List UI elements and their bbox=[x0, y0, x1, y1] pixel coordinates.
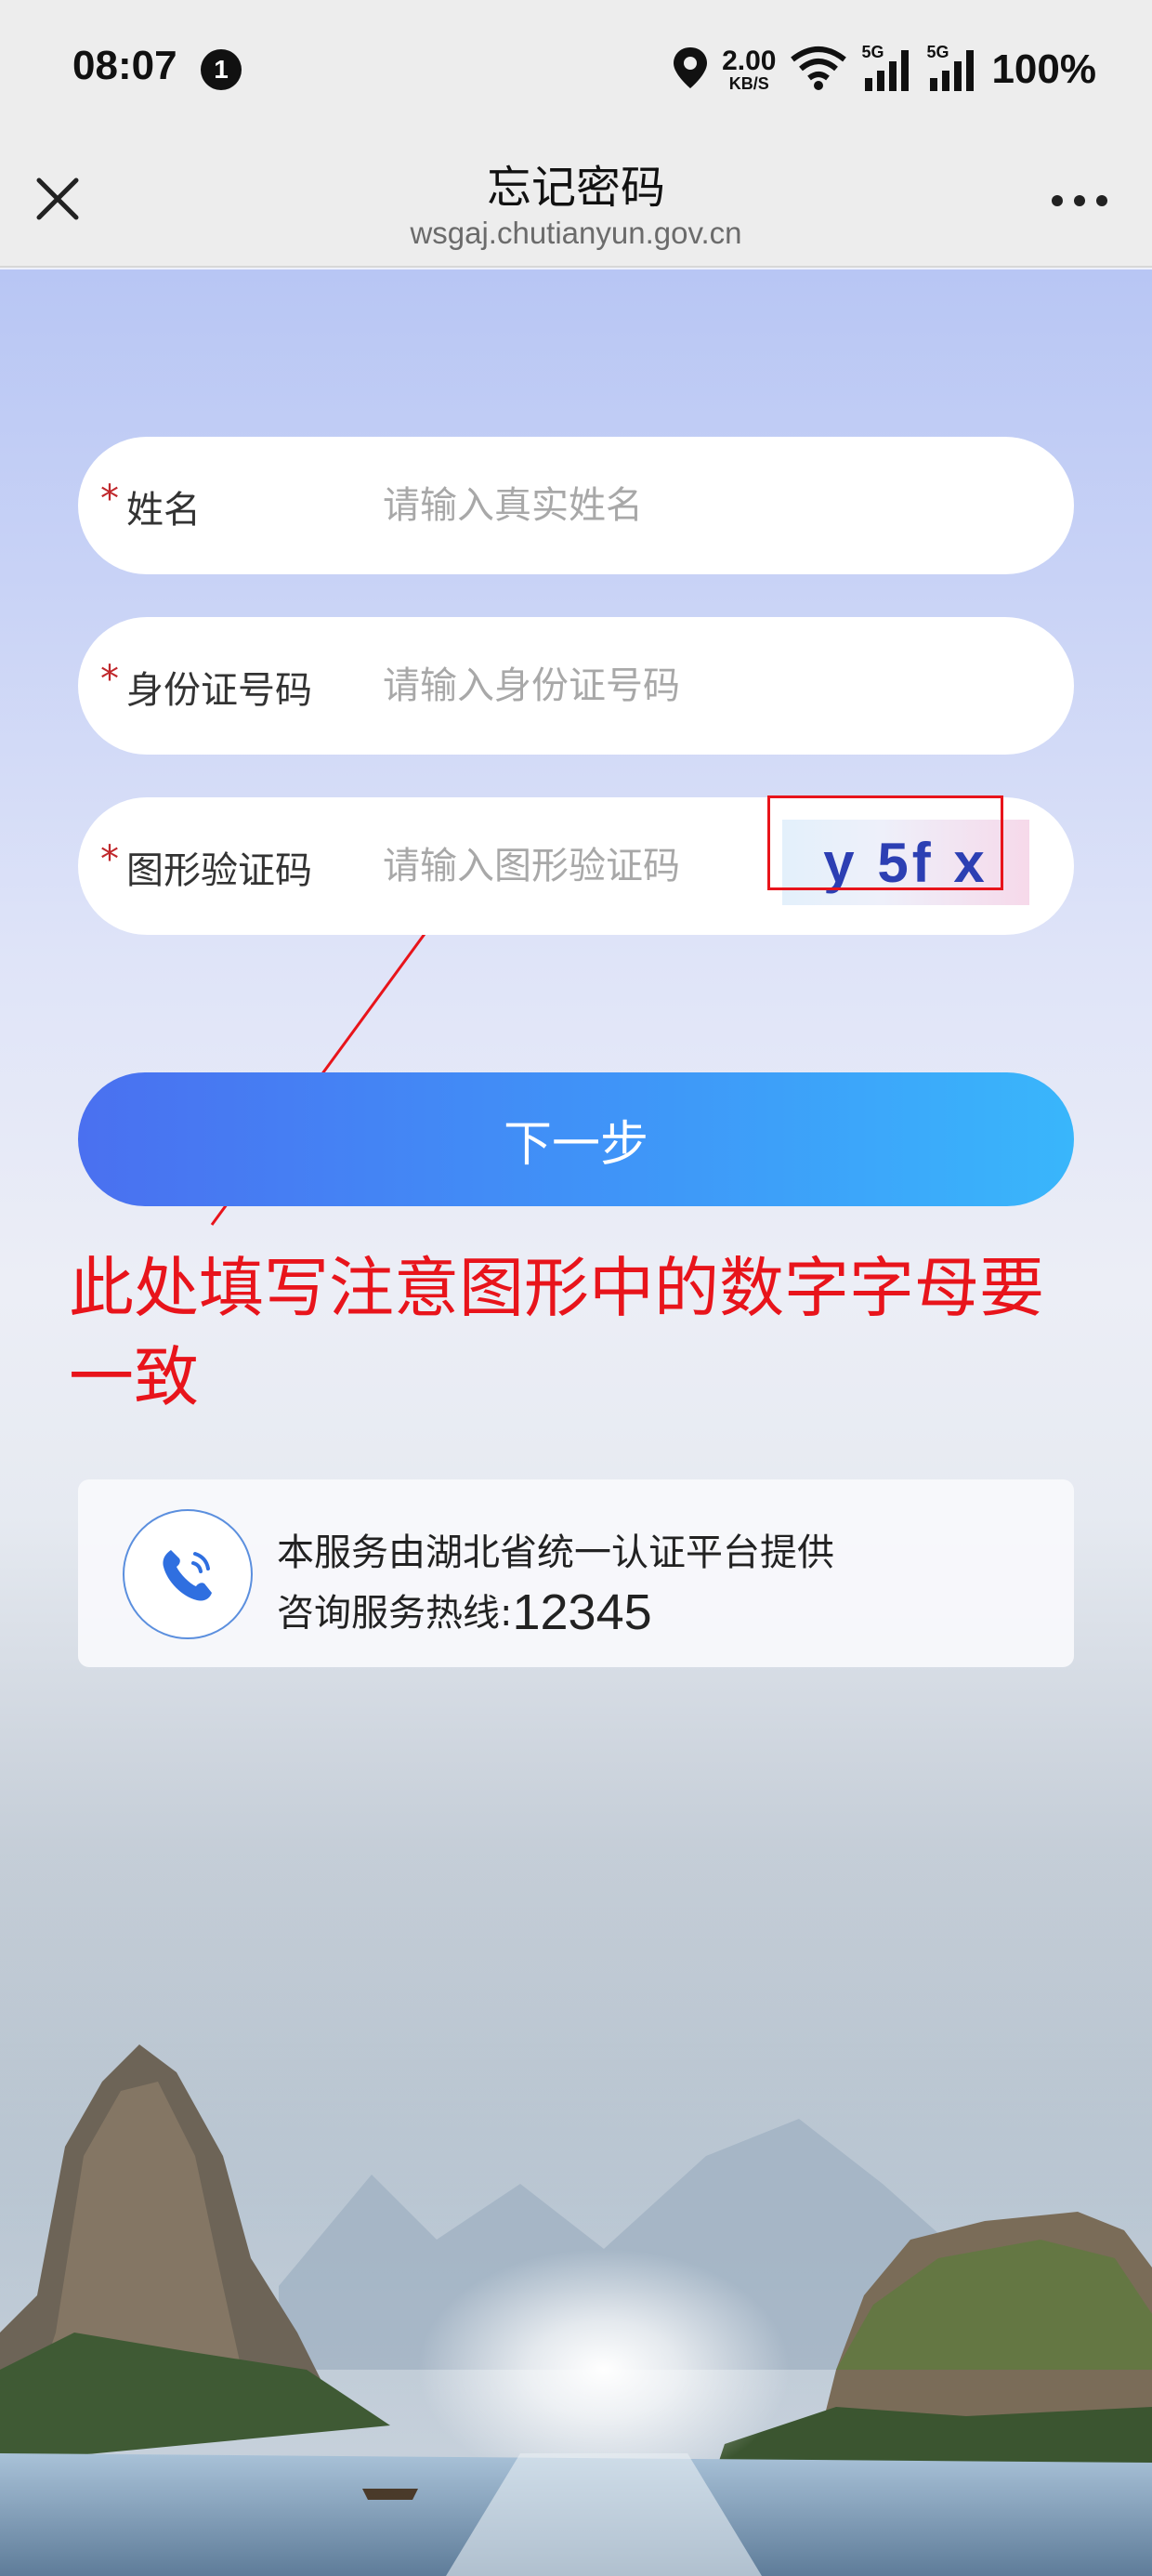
id-number-label: 身份证号码 bbox=[126, 669, 312, 712]
required-mark: * bbox=[100, 658, 119, 701]
page-title: 忘记密码 bbox=[486, 162, 665, 214]
net-speed-value: 2.00 bbox=[722, 46, 777, 76]
next-step-button[interactable]: 下一步 bbox=[78, 1072, 1074, 1206]
service-provider-text: 本服务由湖北省统一认证平台提供 bbox=[277, 1531, 834, 1574]
net-speed-unit: KB/S bbox=[728, 74, 769, 93]
main-content bbox=[0, 269, 1152, 2576]
captcha-input[interactable] bbox=[383, 835, 754, 898]
signal-icon-1: 5G bbox=[861, 43, 913, 93]
captcha-label: 图形验证码 bbox=[126, 849, 312, 892]
notification-badge: 1 bbox=[201, 49, 242, 90]
required-mark: * bbox=[100, 478, 119, 520]
landscape-background bbox=[0, 1849, 1152, 2576]
hotline-label: 咨询服务热线: bbox=[277, 1592, 513, 1635]
battery-level: 100% bbox=[991, 46, 1096, 92]
required-mark: * bbox=[100, 838, 119, 881]
signal-tag-1: 5G bbox=[861, 43, 884, 61]
name-field: * 姓名 bbox=[78, 437, 1074, 574]
phone-icon[interactable] bbox=[123, 1509, 253, 1639]
id-number-input[interactable] bbox=[383, 654, 819, 717]
annotation-highlight-box bbox=[767, 795, 1003, 890]
page-url: wsgaj.chutianyun.gov.cn bbox=[410, 216, 742, 250]
net-speed: 2.00 KB/S bbox=[722, 46, 777, 93]
id-number-field: * 身份证号码 bbox=[78, 617, 1074, 755]
nav-bar: 忘记密码 wsgaj.chutianyun.gov.cn bbox=[0, 138, 1152, 268]
name-input[interactable] bbox=[383, 474, 819, 537]
service-info-card: 本服务由湖北省统一认证平台提供 咨询服务热线:12345 bbox=[78, 1479, 1074, 1667]
name-label: 姓名 bbox=[126, 489, 201, 532]
hotline-text: 咨询服务热线:12345 bbox=[277, 1580, 652, 1640]
status-bar: 08:07 1 2.00 KB/S 5G 5G 100% bbox=[0, 0, 1152, 138]
wifi-icon bbox=[789, 45, 848, 95]
more-icon[interactable] bbox=[1052, 193, 1107, 208]
status-icons: 2.00 KB/S 5G 5G 100% bbox=[672, 37, 1096, 102]
signal-icon-2: 5G bbox=[926, 43, 978, 93]
annotation-note: 此处填写注意图形中的数字字母要一致 bbox=[69, 1250, 1044, 1415]
signal-tag-2: 5G bbox=[926, 43, 949, 61]
status-time: 08:07 bbox=[72, 43, 177, 88]
location-icon bbox=[672, 46, 709, 94]
hotline-number[interactable]: 12345 bbox=[512, 1584, 651, 1640]
